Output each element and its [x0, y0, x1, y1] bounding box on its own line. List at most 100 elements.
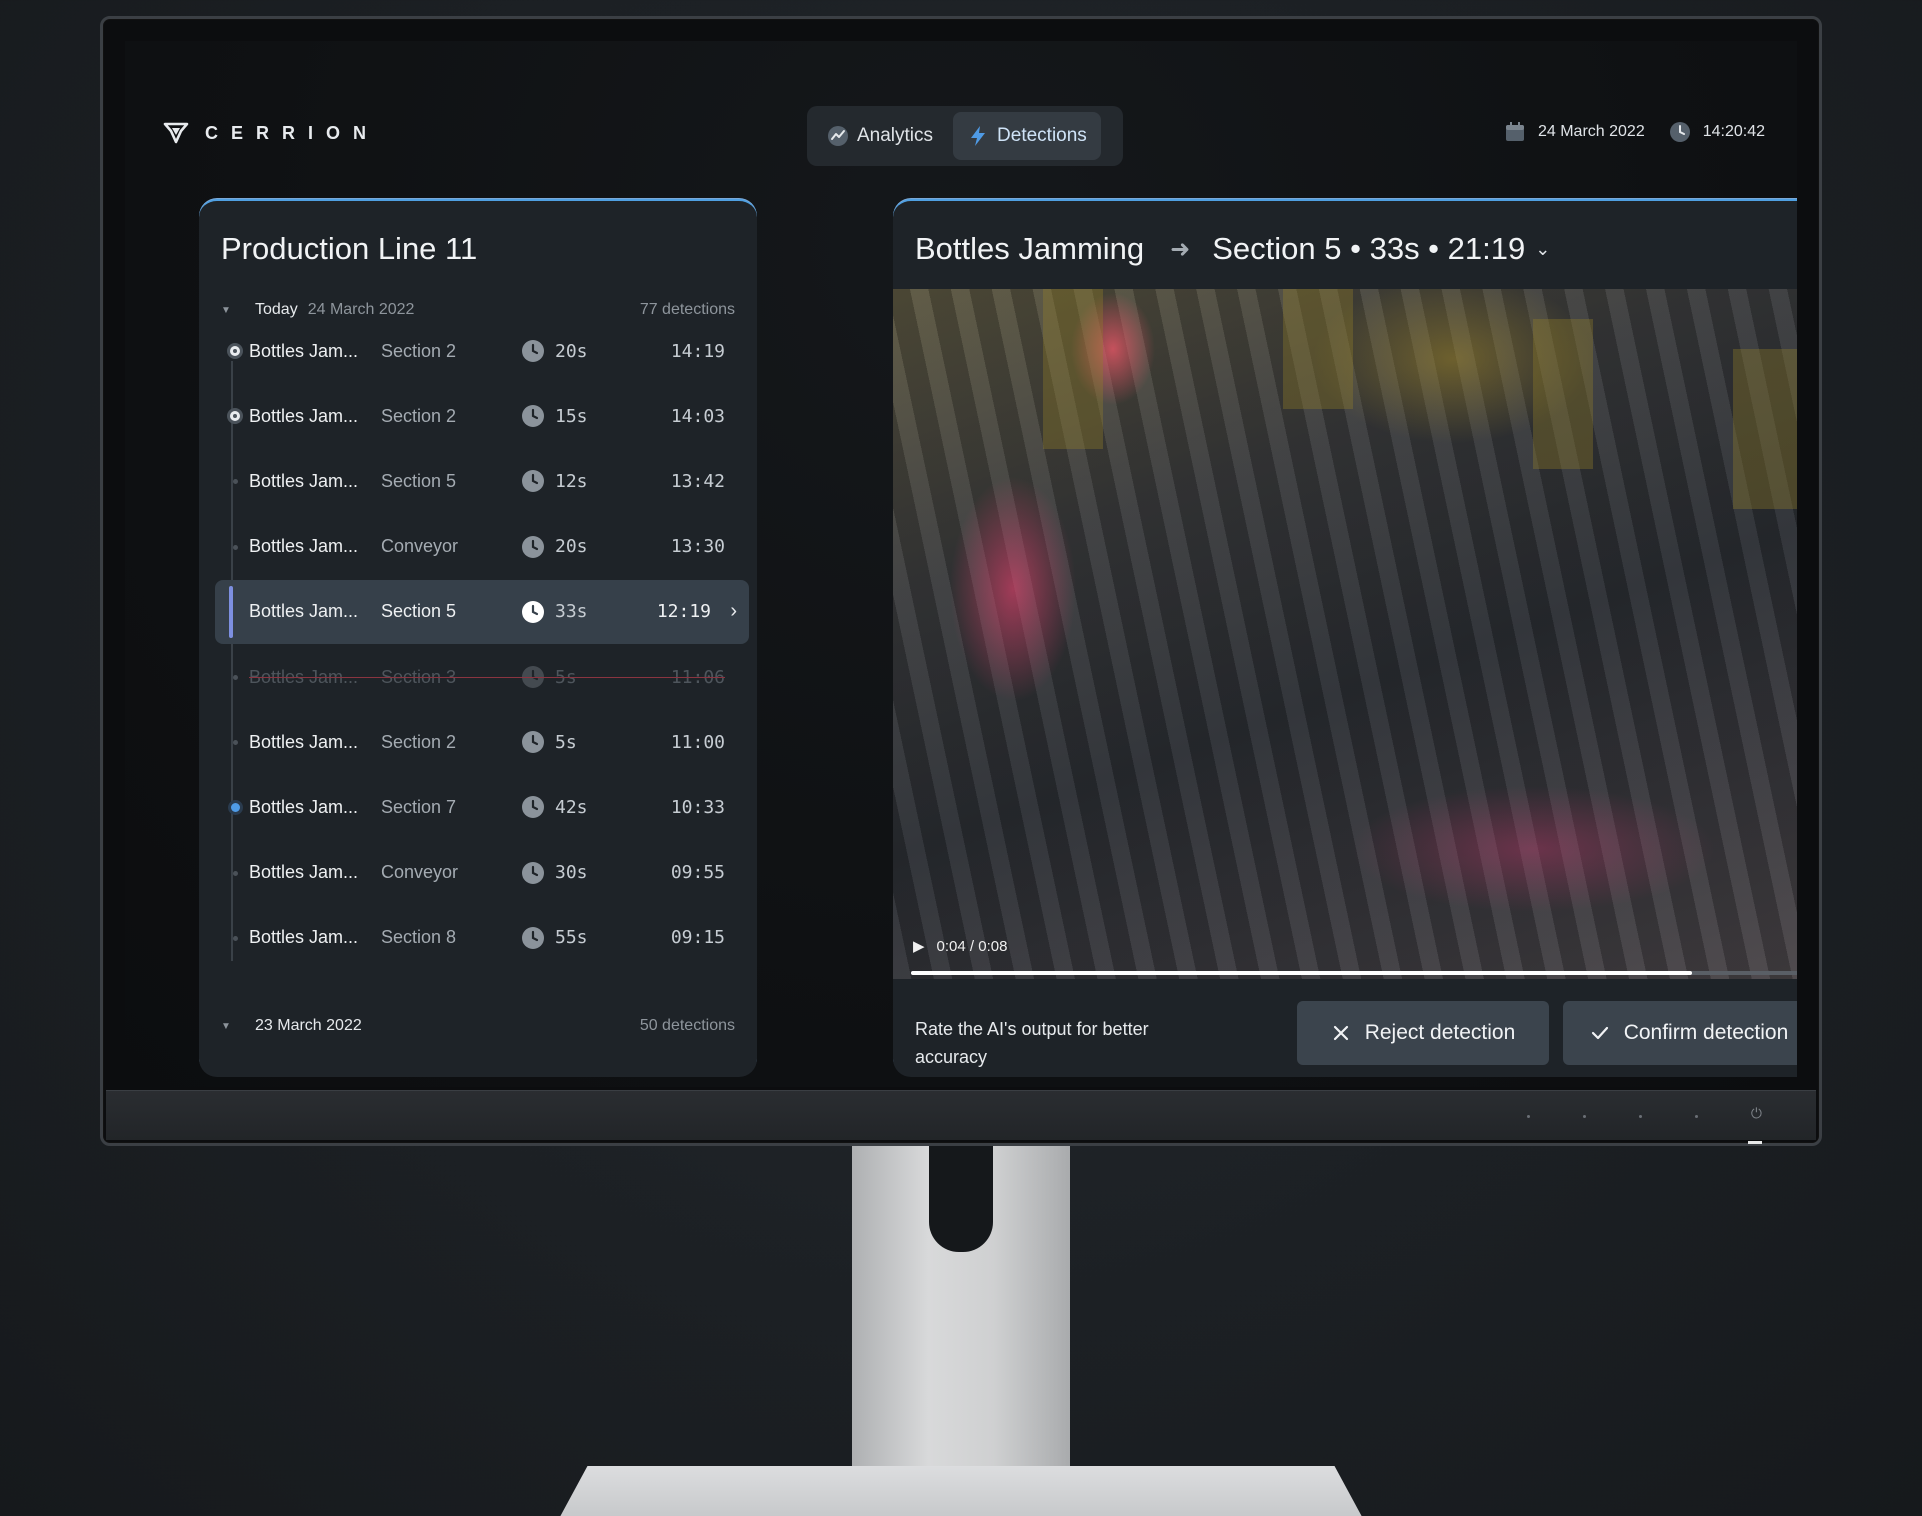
clock-icon	[522, 926, 544, 949]
detection-time: 10:33	[670, 796, 725, 818]
detection-section: Section 2	[381, 340, 457, 361]
caret-down-icon: ▼	[221, 1020, 231, 1032]
detection-detail-panel: Bottles Jamming ➜ Section 5 • 33s • 21:1…	[893, 199, 1797, 1077]
timeline-marker	[230, 346, 240, 356]
chevron-right-icon: ›	[730, 600, 737, 623]
monitor-chin: ⏻	[106, 1090, 1816, 1144]
brand-name: CERRION	[205, 122, 380, 143]
detection-duration: 20s	[555, 340, 588, 362]
monitor-bezel: CERRION Analytics Detections 24 March 20…	[100, 16, 1822, 1146]
button-dot[interactable]	[1695, 1115, 1698, 1118]
button-dot[interactable]	[1527, 1115, 1530, 1118]
play-icon[interactable]: ▶	[913, 937, 925, 955]
timeline-marker	[233, 675, 238, 680]
current-date: 24 March 2022	[1504, 121, 1645, 143]
detection-time: 13:30	[670, 536, 725, 558]
detection-section: Conveyor	[381, 536, 459, 557]
power-icon[interactable]: ⏻	[1751, 1105, 1762, 1122]
panel-title: Production Line 11	[221, 231, 478, 266]
group-header-23-march[interactable]: ▼ 23 March 2022 50 detections	[221, 1017, 735, 1035]
detection-duration: 33s	[555, 601, 588, 623]
detection-video[interactable]: ▶ 0:04 / 0:08	[893, 289, 1797, 979]
button-dot[interactable]	[1583, 1115, 1586, 1118]
reject-detection-button[interactable]: Reject detection	[1297, 1001, 1549, 1065]
rate-prompt: Rate the AI's output for better accuracy	[915, 1019, 1149, 1067]
check-icon	[1591, 1026, 1608, 1040]
detection-section: Section 2	[381, 731, 457, 752]
clock-icon	[522, 535, 544, 558]
detection-name: Bottles Jam...	[249, 470, 359, 491]
detection-row[interactable]: Bottles Jam... Conveyor 30s 09:55	[215, 841, 749, 905]
monitor-stand-base	[555, 1466, 1367, 1516]
clock-icon	[522, 861, 544, 884]
caret-down-icon: ▼	[221, 304, 231, 316]
detection-row[interactable]: Bottles Jam... Conveyor 20s 13:30	[215, 515, 749, 579]
detection-duration: 30s	[555, 862, 588, 884]
detection-section: Section 2	[381, 405, 457, 426]
detection-title: Bottles Jamming	[915, 231, 1145, 266]
clock-icon	[522, 340, 544, 362]
video-scene	[1533, 319, 1593, 469]
current-time: 14:20:42	[1669, 121, 1765, 143]
detection-section: Section 8	[381, 927, 457, 948]
detection-section: Conveyor	[381, 862, 459, 883]
header-datetime: 24 March 2022 14:20:42	[1504, 121, 1765, 143]
video-progress-fill	[911, 971, 1692, 975]
clock-icon	[522, 470, 544, 493]
detection-row[interactable]: Bottles Jam... Section 2 20s 14:19	[215, 319, 749, 383]
detection-name: Bottles Jam...	[249, 796, 359, 817]
detection-name: Bottles Jam...	[249, 927, 359, 948]
detection-name: Bottles Jam...	[249, 536, 359, 557]
video-progress-bar[interactable]	[911, 971, 1797, 975]
view-switcher: Analytics Detections	[807, 106, 1123, 166]
detection-duration: 42s	[555, 796, 588, 818]
detection-duration: 12s	[555, 470, 588, 492]
rejected-strikethrough	[249, 677, 725, 678]
detection-name: Bottles Jam...	[249, 601, 359, 622]
detection-row[interactable]: Bottles Jam... Section 2 15s 14:03	[215, 384, 749, 448]
calendar-icon	[1505, 122, 1524, 141]
group-count: 50 detections	[639, 1017, 735, 1034]
clock-icon	[522, 731, 544, 754]
timeline-marker	[230, 411, 240, 422]
cerrion-logo-icon	[163, 122, 189, 144]
detection-time: 09:55	[670, 862, 725, 884]
detection-name: Bottles Jam...	[249, 405, 359, 426]
detection-header: Bottles Jamming ➜ Section 5 • 33s • 21:1…	[915, 231, 1550, 267]
detection-time: 14:03	[670, 405, 725, 427]
detection-section: Section 5	[381, 470, 457, 491]
detection-row[interactable]: Bottles Jam... Section 5 33s 12:19 ›	[215, 579, 749, 644]
detection-name: Bottles Jam...	[249, 862, 359, 883]
current-time-text: 14:20:42	[1702, 123, 1765, 140]
detection-duration: 5s	[555, 731, 577, 753]
brand-logo: CERRION	[163, 121, 379, 145]
power-led	[1748, 1141, 1762, 1144]
detection-row[interactable]: Bottles Jam... Section 2 5s 11:00	[215, 710, 749, 774]
detection-row[interactable]: Bottles Jam... Section 8 55s 09:15	[215, 906, 749, 970]
chevron-down-icon[interactable]: ⌄	[1535, 239, 1550, 260]
confirm-detection-button[interactable]: Confirm detection	[1563, 1001, 1797, 1065]
video-scene	[1733, 349, 1797, 509]
detection-subtitle[interactable]: Section 5 • 33s • 21:19	[1212, 231, 1525, 267]
detection-name: Bottles Jam...	[249, 340, 359, 361]
button-dot[interactable]	[1639, 1115, 1642, 1118]
detection-row[interactable]: Bottles Jam... Section 7 42s 10:33	[215, 775, 749, 839]
group-label: Today	[255, 301, 298, 318]
detection-name: Bottles Jam...	[249, 731, 359, 752]
tab-analytics[interactable]: Analytics	[813, 112, 947, 160]
close-icon	[1333, 1025, 1348, 1041]
tab-detections[interactable]: Detections	[953, 112, 1101, 160]
detection-time: 14:19	[670, 340, 725, 362]
detection-row[interactable]: Bottles Jam... Section 3 5s 11:06	[215, 645, 749, 709]
reject-label: Reject detection	[1364, 1021, 1516, 1044]
clock-icon	[522, 796, 544, 819]
group-header-today[interactable]: ▼ Today 24 March 2022 77 detections	[221, 301, 735, 319]
timeline-marker	[231, 803, 240, 813]
clock-icon	[522, 600, 544, 623]
detections-list-panel: Production Line 11 ▼ Today 24 March 2022…	[199, 199, 757, 1077]
analytics-icon	[828, 126, 848, 146]
detection-row[interactable]: Bottles Jam... Section 5 12s 13:42	[215, 449, 749, 513]
video-scene	[1043, 289, 1103, 449]
detection-time: 13:42	[670, 470, 725, 492]
current-date-text: 24 March 2022	[1537, 123, 1645, 140]
